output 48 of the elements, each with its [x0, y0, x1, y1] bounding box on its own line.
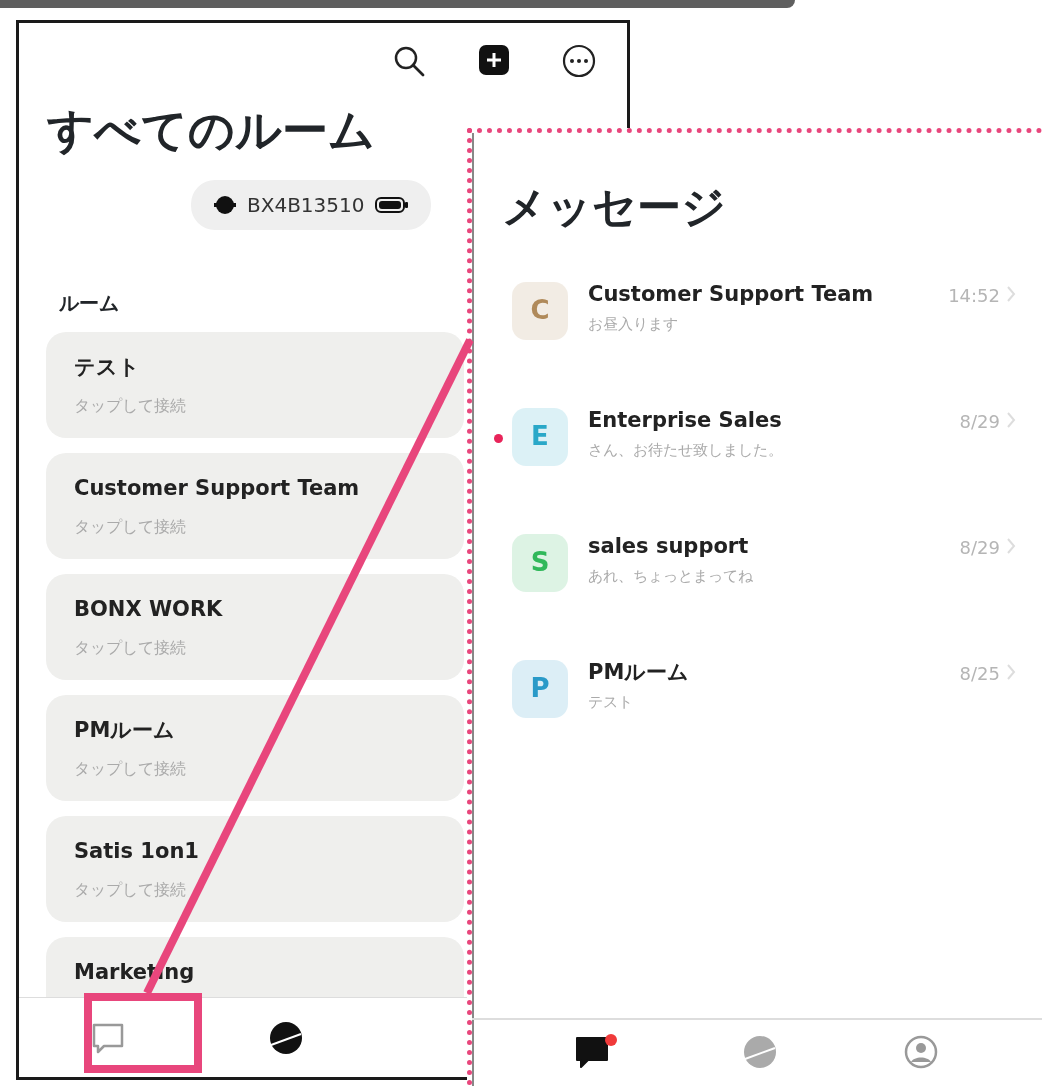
device-chip[interactable]: BX4B13510	[191, 180, 431, 231]
page-title: すべてのルーム	[47, 103, 376, 159]
page-title: メッセージ	[502, 181, 727, 234]
chevron-icon	[1006, 410, 1016, 429]
room-card[interactable]: BONX WORK タップして接続	[46, 574, 464, 681]
message-preview: あれ、ちょっとまってね	[588, 566, 754, 587]
message-time: 8/25	[959, 661, 1000, 686]
message-time: 8/29	[959, 535, 1000, 560]
avatar-initial: C	[530, 294, 550, 328]
chevron-icon	[1006, 284, 1016, 303]
device-name: BX4B13510	[247, 192, 365, 220]
room-status: タップして接続	[74, 878, 187, 901]
room-card[interactable]: テスト タップして接続	[46, 332, 464, 439]
conversation-row[interactable]: E Enterprise Sales さん、お待たせ致しました。 8/29	[472, 407, 1042, 480]
room-name: BONX WORK	[74, 596, 224, 624]
room-name: PMルーム	[74, 717, 177, 745]
room-name: テスト	[74, 354, 141, 382]
conversation-row[interactable]: P PMルーム テスト 8/25	[472, 659, 1042, 732]
room-status: タップして接続	[74, 515, 187, 538]
conversation-name: sales support	[588, 533, 750, 559]
conversation-name: PMルーム	[588, 659, 691, 685]
conversation-name: Customer Support Team	[588, 281, 875, 307]
section-label: ルーム	[59, 290, 119, 318]
message-preview: テスト	[588, 692, 634, 713]
room-name: Customer Support Team	[74, 475, 361, 503]
room-status: タップして接続	[74, 636, 187, 659]
chevron-icon	[1006, 662, 1016, 681]
conversation-name: Enterprise Sales	[588, 407, 783, 433]
more-icon[interactable]	[561, 43, 597, 79]
conversation-row[interactable]: S sales support あれ、ちょっとまってね 8/29	[472, 533, 1042, 606]
message-time: 14:52	[948, 283, 1000, 308]
battery-icon	[374, 196, 409, 215]
room-name: Satis 1on1	[74, 838, 200, 866]
message-preview: さん、お待たせ致しました。	[588, 440, 784, 461]
add-icon[interactable]	[477, 43, 511, 77]
avatar-initial: S	[530, 546, 550, 580]
avatar-initial: P	[530, 672, 550, 706]
planet-icon[interactable]	[268, 1019, 304, 1056]
room-card[interactable]: PMルーム タップして接続	[46, 695, 464, 802]
chevron-icon	[1006, 536, 1016, 555]
message-time: 8/29	[959, 409, 1000, 434]
room-card[interactable]: Customer Support Team タップして接続	[46, 453, 464, 560]
message-preview: お昼入ります	[588, 314, 679, 335]
room-status: タップして接続	[74, 394, 187, 417]
avatar-initial: E	[531, 420, 549, 454]
conversation-row[interactable]: C Customer Support Team お昼入ります 14:52	[472, 281, 1042, 354]
room-status: タップして接続	[74, 757, 187, 780]
room-card[interactable]: Satis 1on1 タップして接続	[46, 816, 464, 923]
